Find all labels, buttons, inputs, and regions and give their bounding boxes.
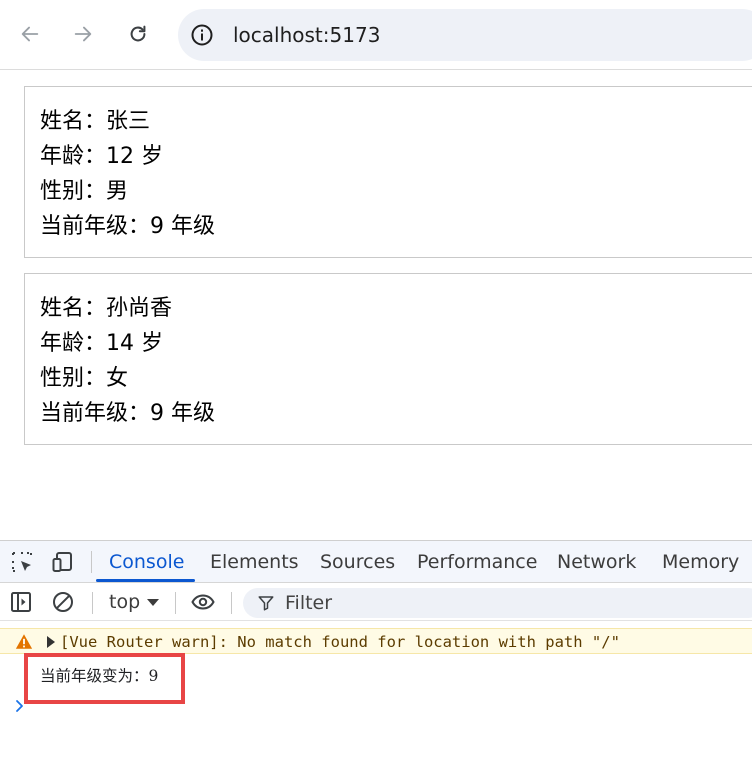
student-grade: 当前年级：9 年级 <box>40 401 215 426</box>
address-bar[interactable]: localhost:5173 <box>178 9 752 61</box>
back-arrow-icon <box>21 26 39 42</box>
tab-elements[interactable]: Elements <box>210 541 299 583</box>
forward-arrow-icon <box>74 26 92 42</box>
student-card: 姓名：张三 年龄：12 岁 性别：男 当前年级：9 年级 <box>24 86 752 258</box>
tab-sources[interactable]: Sources <box>320 541 395 583</box>
console-prompt-chevron-icon[interactable] <box>13 699 27 713</box>
toolbar-divider <box>91 551 92 573</box>
context-selector[interactable]: top <box>109 588 140 616</box>
device-toolbar-icon[interactable] <box>52 550 76 574</box>
student-grade: 当前年级：9 年级 <box>40 214 215 239</box>
student-name: 姓名：孙尚香 <box>40 296 173 321</box>
student-age: 年龄：14 岁 <box>40 331 163 356</box>
sidebar-toggle-icon[interactable] <box>9 590 33 614</box>
tab-network[interactable]: Network <box>557 541 636 583</box>
student-gender: 性别：男 <box>40 179 129 204</box>
student-gender: 性别：女 <box>40 366 129 391</box>
student-card: 姓名：孙尚香 年龄：14 岁 性别：女 当前年级：9 年级 <box>24 273 752 445</box>
console-toolbar: top Filter <box>0 584 752 621</box>
annotation-highlight-box <box>24 653 185 704</box>
chevron-down-icon[interactable] <box>147 599 159 606</box>
tab-performance[interactable]: Performance <box>417 541 537 583</box>
devtools-tab-bar: Console Elements Sources Performance Net… <box>0 541 752 583</box>
toolbar-divider <box>175 592 176 614</box>
clear-console-icon[interactable] <box>51 590 75 614</box>
console-warning-row[interactable]: [Vue Router warn]: No match found for lo… <box>0 628 752 654</box>
devtools-panel: Console Elements Sources Performance Net… <box>0 540 752 779</box>
info-circle-icon[interactable] <box>190 23 214 47</box>
filter-icon <box>258 596 274 611</box>
url-text[interactable]: localhost:5173 <box>233 21 380 49</box>
filter-placeholder: Filter <box>285 592 333 614</box>
browser-toolbar: localhost:5173 <box>0 0 752 70</box>
tab-console[interactable]: Console <box>109 541 184 583</box>
toolbar-divider <box>231 592 232 614</box>
expand-triangle-icon[interactable] <box>47 636 55 648</box>
tab-memory[interactable]: Memory <box>662 541 739 583</box>
back-button[interactable] <box>12 16 48 52</box>
inspect-element-icon[interactable] <box>10 550 34 574</box>
warning-icon <box>15 634 33 649</box>
reload-icon <box>130 25 146 42</box>
reload-button[interactable] <box>120 16 156 52</box>
student-age: 年龄：12 岁 <box>40 144 163 169</box>
filter-input[interactable]: Filter <box>243 588 752 618</box>
toolbar-divider <box>92 592 93 614</box>
active-tab-indicator <box>96 579 195 582</box>
student-name: 姓名：张三 <box>40 109 151 134</box>
forward-button[interactable] <box>65 16 101 52</box>
warning-message: [Vue Router warn]: No match found for lo… <box>60 633 620 651</box>
eye-icon[interactable] <box>191 590 215 614</box>
